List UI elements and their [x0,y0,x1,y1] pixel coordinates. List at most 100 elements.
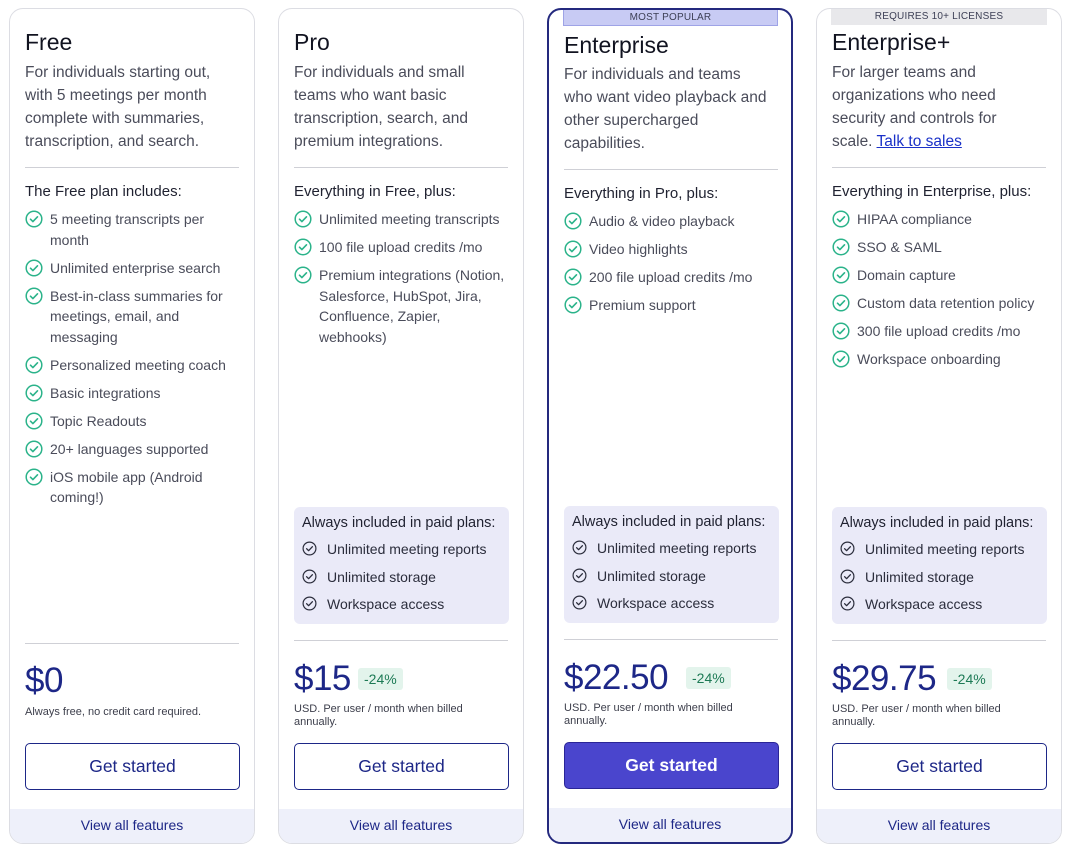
plan-description: For individuals and small teams who want… [294,64,469,150]
included-item: Unlimited storage [572,566,771,586]
feature-item: Personalized meeting coach [25,355,239,376]
feature-item: Domain capture [832,265,1046,286]
feature-item: iOS mobile app (Android coming!) [25,467,239,508]
view-all-features-link[interactable]: View all features [549,808,791,842]
check-circle-outline-icon [840,568,855,584]
get-started-button[interactable]: Get started [25,743,240,790]
feature-item: 5 meeting transcripts per month [25,209,239,250]
includes-title: Everything in Pro, plus: [564,185,719,202]
feature-item: Best-in-class summaries for meetings, em… [25,286,239,348]
check-circle-icon [25,411,43,430]
talk-to-sales-link[interactable]: Talk to sales [877,133,962,150]
included-item: Workspace access [302,594,501,614]
check-circle-outline-icon [572,567,587,583]
check-circle-icon [25,210,43,228]
feature-item: SSO & SAML [832,237,1046,258]
divider [564,639,778,640]
plan-name: Enterprise+ [832,29,951,55]
plan-name: Pro [294,29,330,55]
always-included-list: Unlimited meeting reports Unlimited stor… [572,538,771,613]
check-circle-icon [25,439,43,458]
check-circle-icon [564,268,582,286]
feature-item: Video highlights [564,239,778,260]
check-circle-icon [832,322,850,340]
feature-item: 200 file upload credits /mo [564,267,778,288]
included-item: Workspace access [840,594,1039,614]
check-circle-icon [25,467,43,486]
plan-name: Free [25,29,73,55]
price: $22.50 [564,658,669,697]
always-included-box: Always included in paid plans: Unlimited… [564,506,779,623]
plan-description: For larger teams and organizations who n… [832,64,997,150]
price: $0 [25,661,63,700]
check-circle-outline-icon [840,596,855,611]
divider [832,167,1046,168]
divider [564,169,778,170]
check-circle-icon [564,296,582,314]
price-note: USD. Per user / month when billed annual… [564,702,733,727]
always-included-title: Always included in paid plans: [572,514,766,530]
feature-item: Topic Readouts [25,411,239,432]
check-circle-icon [832,266,850,284]
includes-title: The Free plan includes: [25,183,182,200]
included-item: Unlimited meeting reports [302,539,501,559]
included-item: Unlimited storage [302,567,501,587]
price-note: USD. Per user / month when billed annual… [832,703,1001,728]
price-note: Always free, no credit card required. [25,706,202,718]
check-circle-outline-icon [302,541,317,556]
check-circle-icon [564,212,582,230]
feature-item: Basic integrations [25,383,239,404]
feature-item: 100 file upload credits /mo [294,237,508,258]
check-circle-icon [25,383,43,402]
divider [25,167,239,168]
included-item: Unlimited meeting reports [840,539,1039,559]
discount-badge: -24% [947,668,992,690]
get-started-button[interactable]: Get started [294,743,509,790]
divider [832,640,1046,641]
feature-item: 20+ languages supported [25,439,239,460]
most-popular-badge: MOST POPULAR [563,10,778,26]
price: $29.75 [832,659,937,698]
price-note: USD. Per user / month when billed annual… [294,703,463,728]
feature-list: 5 meeting transcripts per month Unlimite… [25,209,239,515]
check-circle-outline-icon [302,568,317,584]
always-included-box: Always included in paid plans: Unlimited… [832,507,1047,624]
feature-item: Audio & video playback [564,211,778,232]
plan-card-free: Free For individuals starting out, with … [9,8,255,844]
feature-list: HIPAA compliance SSO & SAML Domain captu… [832,209,1046,377]
check-circle-icon [832,210,850,228]
plan-description: For individuals and teams who want video… [564,66,767,152]
view-all-features-link[interactable]: View all features [10,809,254,843]
feature-item: Custom data retention policy [832,293,1046,314]
included-item: Unlimited meeting reports [572,538,771,558]
discount-badge: -24% [358,668,403,690]
check-circle-icon [832,350,850,368]
feature-item: Premium support [564,295,778,316]
always-included-list: Unlimited meeting reports Unlimited stor… [302,539,501,614]
check-circle-icon [25,258,43,277]
check-circle-icon [294,238,312,256]
get-started-button[interactable]: Get started [832,743,1047,790]
feature-list: Audio & video playback Video highlights … [564,211,778,323]
view-all-features-link[interactable]: View all features [279,809,523,843]
check-circle-icon [25,286,43,305]
check-circle-icon [832,238,850,256]
requires-licenses-badge: REQUIRES 10+ LICENSES [831,9,1047,25]
includes-title: Everything in Free, plus: [294,183,456,200]
check-circle-icon [25,355,43,374]
always-included-list: Unlimited meeting reports Unlimited stor… [840,539,1039,614]
plan-card-enterprise-plus: REQUIRES 10+ LICENSES Enterprise+ For la… [816,8,1062,844]
included-item: Unlimited storage [840,567,1039,587]
view-all-features-link[interactable]: View all features [817,809,1061,843]
included-item: Workspace access [572,593,771,613]
plan-card-pro: Pro For individuals and small teams who … [278,8,524,844]
get-started-button[interactable]: Get started [564,742,779,789]
divider [294,640,508,641]
feature-item: Workspace onboarding [832,349,1046,370]
check-circle-outline-icon [302,596,317,611]
feature-item: Unlimited meeting transcripts [294,209,508,230]
feature-list: Unlimited meeting transcripts 100 file u… [294,209,508,355]
feature-item: 300 file upload credits /mo [832,321,1046,342]
feature-item: Premium integrations (Notion, Salesforce… [294,265,508,347]
always-included-title: Always included in paid plans: [840,515,1034,531]
